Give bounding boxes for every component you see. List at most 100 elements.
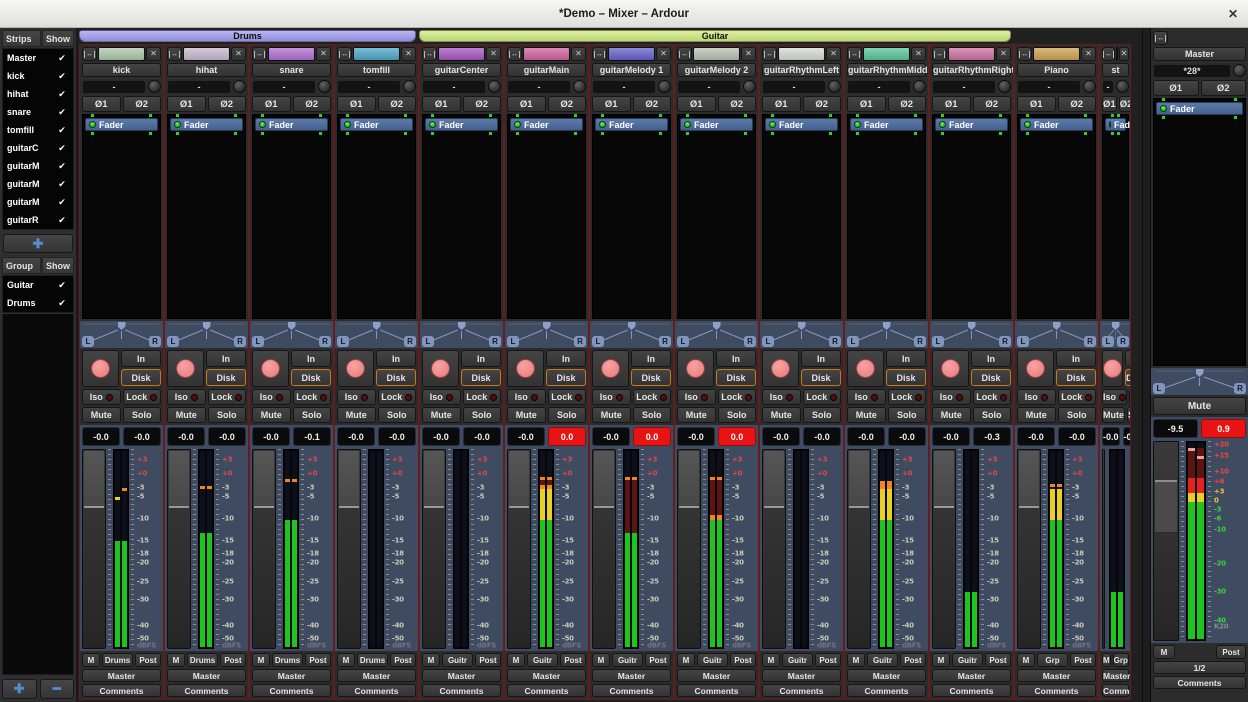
solo-button[interactable]: Solo	[973, 407, 1012, 423]
processor-active-led[interactable]	[429, 121, 436, 128]
trim-knob[interactable]	[403, 80, 416, 93]
shrink-strip-button[interactable]: ↔	[847, 47, 862, 61]
fader-processor-entry[interactable]: Fader	[680, 118, 753, 131]
metering-button[interactable]: M	[252, 653, 270, 667]
mute-button[interactable]: Mute	[762, 407, 801, 423]
trim-knob[interactable]	[148, 80, 161, 93]
metering-button[interactable]: M	[847, 653, 865, 667]
solo-button[interactable]: Solo	[1127, 407, 1131, 423]
pan-right-button[interactable]: R	[999, 336, 1011, 347]
phase-2-button[interactable]: Ø2	[208, 96, 247, 112]
trim-display-button[interactable]: -	[82, 80, 146, 94]
peak-display[interactable]: -0.0	[1123, 427, 1131, 446]
input-button[interactable]: In	[631, 350, 671, 367]
trim-display-button[interactable]: -	[847, 80, 911, 94]
meter-point-button[interactable]: Post	[985, 653, 1011, 667]
strip-name-button[interactable]: tomfill	[337, 63, 416, 77]
solo-lock-button[interactable]: Lock	[803, 389, 842, 405]
solo-button[interactable]: Solo	[463, 407, 502, 423]
pan-left-button[interactable]: L	[1102, 336, 1114, 347]
solo-button[interactable]: Solo	[548, 407, 587, 423]
solo-isolate-button[interactable]: Iso	[932, 389, 971, 405]
phase-1-button[interactable]: Ø1	[932, 96, 971, 112]
pan-widget[interactable]: L R	[760, 321, 843, 348]
checkbox-checked-icon[interactable]: ✔	[55, 161, 69, 172]
processor-active-led[interactable]	[89, 121, 96, 128]
processor-active-led[interactable]	[259, 121, 266, 128]
solo-lock-button[interactable]: Lock	[633, 389, 672, 405]
phase-2-button[interactable]: Ø2	[123, 96, 162, 112]
gain-display[interactable]: -0.0	[1017, 427, 1055, 446]
metering-button[interactable]: M	[1102, 653, 1111, 667]
solo-lock-button[interactable]: Lock	[1129, 389, 1131, 405]
fader-slider[interactable]	[507, 449, 531, 649]
trim-knob[interactable]	[913, 80, 926, 93]
phase-1-button[interactable]: Ø1	[167, 96, 206, 112]
pan-widget[interactable]: L R	[165, 321, 248, 348]
processor-box[interactable]: Fader	[1153, 98, 1246, 366]
fader-slider[interactable]	[252, 449, 276, 649]
processor-box[interactable]: Fader	[422, 114, 501, 319]
shrink-strip-button[interactable]: ↔	[167, 47, 182, 61]
phase-2-button[interactable]: Ø2	[803, 96, 842, 112]
record-enable-button[interactable]	[592, 350, 629, 387]
mute-button[interactable]: Mute	[337, 407, 376, 423]
hide-strip-button[interactable]: ✕	[316, 47, 331, 61]
pan-left-button[interactable]: L	[507, 336, 519, 347]
group-button[interactable]: Guitr	[527, 653, 558, 667]
phase-2-button[interactable]: Ø2	[463, 96, 502, 112]
disk-button[interactable]: Disk	[1056, 369, 1096, 386]
disk-button[interactable]: Disk	[121, 369, 161, 386]
add-strip-button[interactable]: ✚	[3, 234, 73, 253]
checkbox-checked-icon[interactable]: ✔	[55, 215, 69, 226]
mute-button[interactable]: Mute	[422, 407, 461, 423]
fader-handle[interactable]	[1019, 451, 1039, 508]
solo-isolate-button[interactable]: Iso	[762, 389, 801, 405]
gain-display[interactable]: -0.0	[82, 427, 120, 446]
trim-display-button[interactable]: *28*	[1153, 64, 1231, 78]
checkbox-checked-icon[interactable]: ✔	[55, 125, 69, 136]
fader-slider[interactable]	[762, 449, 786, 649]
pan-widget[interactable]: L R	[930, 321, 1013, 348]
fader-handle[interactable]	[1155, 480, 1177, 533]
input-button[interactable]: In	[206, 350, 246, 367]
peak-display[interactable]: -0.0	[888, 427, 926, 446]
comments-button[interactable]: Comments	[337, 684, 416, 697]
gain-display[interactable]: -0.0	[422, 427, 460, 446]
solo-button[interactable]: Solo	[123, 407, 162, 423]
pan-widget[interactable]: L R	[335, 321, 418, 348]
fader-processor-entry[interactable]: Fader	[425, 118, 498, 131]
strip-color-swatch[interactable]	[863, 47, 910, 61]
comments-button[interactable]: Comments	[1153, 676, 1246, 689]
checkbox-checked-icon[interactable]: ✔	[55, 197, 69, 208]
input-button[interactable]: In	[971, 350, 1011, 367]
metering-button[interactable]: M	[507, 653, 525, 667]
trim-display-button[interactable]: -	[932, 80, 996, 94]
strip-color-swatch[interactable]	[1033, 47, 1080, 61]
pan-widget[interactable]: L R	[1151, 368, 1248, 395]
list-item[interactable]: tomfill ✔	[3, 121, 73, 139]
solo-isolate-button[interactable]: Iso	[677, 389, 716, 405]
comments-button[interactable]: Comments	[1017, 684, 1096, 697]
fader-processor-entry[interactable]: Fader	[1105, 118, 1126, 131]
fader-slider[interactable]	[592, 449, 616, 649]
phase-2-button[interactable]: Ø2	[973, 96, 1012, 112]
group-button[interactable]: Drums	[272, 653, 303, 667]
fader-slider[interactable]	[82, 449, 106, 649]
fader-handle[interactable]	[254, 451, 274, 508]
mute-button[interactable]: Mute	[507, 407, 546, 423]
meter-point-button[interactable]: Post	[390, 653, 416, 667]
solo-isolate-button[interactable]: Iso	[592, 389, 631, 405]
checkbox-checked-icon[interactable]: ✔	[55, 298, 69, 309]
mute-button[interactable]: Mute	[932, 407, 971, 423]
fader-processor-entry[interactable]: Fader	[340, 118, 413, 131]
fader-handle[interactable]	[424, 451, 444, 508]
solo-button[interactable]: Solo	[208, 407, 247, 423]
phase-1-button[interactable]: Ø1	[337, 96, 376, 112]
pan-left-button[interactable]: L	[82, 336, 94, 347]
processor-box[interactable]: Fader	[167, 114, 246, 319]
metering-button[interactable]: M	[422, 653, 440, 667]
group-button[interactable]: Guitr	[697, 653, 728, 667]
disk-button[interactable]: Disk	[801, 369, 841, 386]
group-button[interactable]: Guitr	[612, 653, 643, 667]
